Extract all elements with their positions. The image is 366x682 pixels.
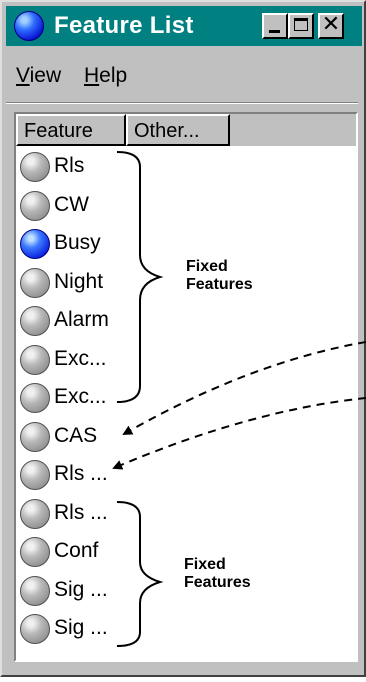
feature-row[interactable]: CAS [20, 418, 170, 456]
menu-view[interactable]: View [16, 64, 61, 88]
status-led-icon [20, 460, 50, 490]
menu-view-mnemonic: V [16, 64, 30, 87]
feature-row[interactable]: Alarm [20, 302, 170, 340]
minimize-icon [269, 30, 280, 33]
feature-label: Exc... [54, 346, 107, 370]
feature-row[interactable]: Sig ... [20, 572, 170, 610]
column-header-other[interactable]: Other... [126, 114, 230, 146]
column-header-row: Feature Other... [16, 114, 356, 146]
minimize-button[interactable] [262, 13, 288, 39]
status-led-icon [20, 537, 50, 567]
status-led-icon [20, 267, 50, 298]
feature-row[interactable]: Busy [20, 225, 170, 263]
menu-divider [6, 102, 358, 104]
close-button[interactable]: ✕ [318, 12, 344, 39]
maximize-icon [294, 18, 308, 31]
status-led-icon [20, 344, 50, 375]
status-led-icon [20, 152, 50, 182]
app-icon[interactable] [14, 11, 44, 41]
feature-label: Rls [54, 154, 85, 177]
menu-bar: View Help [6, 52, 362, 96]
menu-help[interactable]: Help [84, 64, 127, 88]
status-led-icon [20, 306, 50, 336]
status-led-icon [20, 575, 50, 606]
feature-row[interactable]: Rls ... [20, 495, 170, 533]
feature-row[interactable]: Night [20, 264, 170, 302]
column-header-filler [230, 114, 356, 146]
menu-view-label: iew [29, 64, 62, 87]
window-title: Feature List [54, 12, 194, 39]
feature-row[interactable]: Conf [20, 533, 170, 571]
status-led-icon [20, 614, 50, 644]
feature-label: Sig ... [54, 616, 108, 639]
feature-label: Exc... [54, 385, 107, 408]
feature-row[interactable]: Rls ... [20, 456, 170, 494]
close-icon: ✕ [321, 12, 341, 37]
feature-label: Conf [54, 539, 99, 562]
feature-list-window: Feature List ✕ View Help Feature Other..… [0, 0, 366, 677]
status-led-icon [20, 498, 50, 529]
menu-help-label: elp [99, 64, 128, 87]
title-bar[interactable]: Feature List ✕ [6, 6, 362, 46]
status-led-icon [20, 383, 50, 413]
menu-help-mnemonic: H [84, 64, 100, 87]
maximize-button[interactable] [288, 13, 314, 39]
status-led-icon [20, 229, 50, 259]
feature-row[interactable]: CW [20, 187, 170, 225]
feature-label: Rls ... [54, 462, 108, 485]
feature-label: Alarm [54, 308, 109, 331]
column-header-feature[interactable]: Feature [16, 114, 126, 146]
feature-list[interactable]: Feature Other... Rls CW Busy Night Alarm Exc.… [14, 112, 358, 662]
feature-row[interactable]: Exc... [20, 341, 170, 379]
feature-row[interactable]: Sig ... [20, 610, 170, 648]
feature-label: Sig ... [54, 577, 108, 601]
feature-label: Night [54, 269, 104, 293]
status-led-icon [20, 421, 50, 452]
status-led-icon [20, 190, 50, 221]
feature-label: CW [54, 192, 89, 216]
feature-row[interactable]: Rls [20, 148, 170, 186]
feature-label: Busy [54, 231, 101, 254]
feature-row[interactable]: Exc... [20, 379, 170, 417]
feature-label: Rls ... [54, 500, 108, 524]
feature-label: CAS [54, 423, 98, 447]
